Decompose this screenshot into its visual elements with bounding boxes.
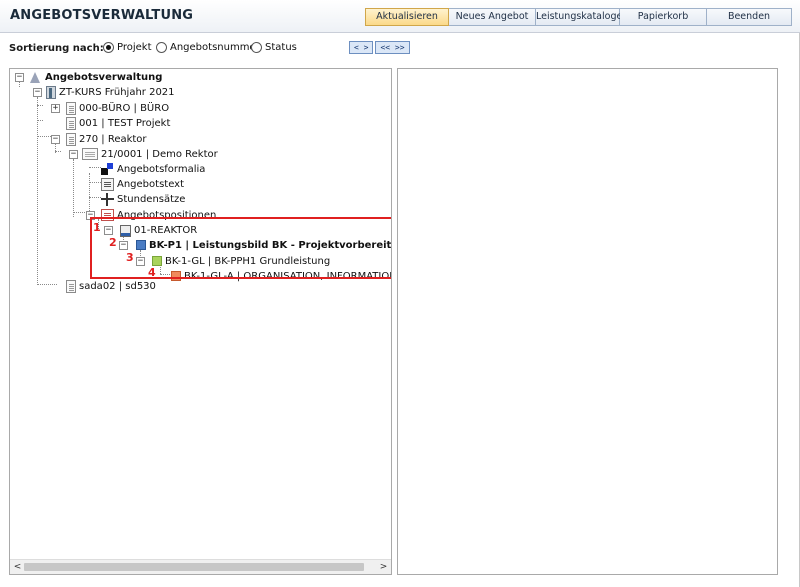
tree-node-label: Angebotstext xyxy=(117,178,185,190)
hours-icon xyxy=(101,192,114,206)
sort-label: Sortierung nach: xyxy=(9,43,104,54)
radio-unchecked-icon xyxy=(156,42,167,53)
document-icon xyxy=(66,132,76,146)
annotation-marker: 1 xyxy=(93,221,101,234)
scrollbar-thumb[interactable] xyxy=(24,563,364,571)
sort-offer-number-radio[interactable]: Angebotsnummer xyxy=(156,42,260,53)
tree-node-formalia[interactable]: Angebotsformalia xyxy=(101,161,205,177)
tree-node-label: 21/0001 | Demo Rektor xyxy=(101,148,218,160)
trash-button[interactable]: Papierkorb xyxy=(620,8,707,26)
collapse-expand-button[interactable]: < > xyxy=(349,41,374,54)
sort-option-label: Status xyxy=(265,42,297,53)
scroll-right-icon[interactable]: > xyxy=(377,561,390,573)
text-icon xyxy=(101,177,114,191)
sort-option-label: Angebotsnummer xyxy=(170,42,260,53)
horizontal-scrollbar[interactable]: < > xyxy=(10,559,391,574)
tree-panel: − Angebotsverwaltung − ZT-KURS Frühjahr … xyxy=(9,68,392,575)
new-offer-button[interactable]: Neues Angebot xyxy=(449,8,536,26)
refresh-button[interactable]: Aktualisieren xyxy=(365,8,449,26)
tree-node-label: 001 | TEST Projekt xyxy=(79,117,171,129)
tree-node-offer[interactable]: 21/0001 | Demo Rektor xyxy=(82,146,218,162)
radio-unchecked-icon xyxy=(251,42,262,53)
expand-toggle[interactable]: + xyxy=(51,104,60,113)
annotation-marker: 3 xyxy=(126,251,134,264)
offer-tree: − Angebotsverwaltung − ZT-KURS Frühjahr … xyxy=(10,69,391,559)
collapse-toggle[interactable]: − xyxy=(15,73,24,82)
collapse-expand-all-button[interactable]: << >> xyxy=(375,41,410,54)
tree-line xyxy=(89,182,101,183)
formalia-icon xyxy=(101,162,114,176)
sort-project-radio[interactable]: Projekt xyxy=(103,42,152,53)
app-title: ANGEBOTSVERWALTUNG xyxy=(10,8,194,23)
tree-line xyxy=(37,120,43,121)
tree-nav-buttons: < > << >> xyxy=(349,41,412,54)
annotation-marker: 2 xyxy=(109,236,117,249)
tree-node-course[interactable]: ZT-KURS Frühjahr 2021 xyxy=(46,84,175,100)
document-icon xyxy=(66,101,76,115)
book-icon xyxy=(46,85,56,99)
tree-line xyxy=(73,212,85,213)
tree-node-project[interactable]: 270 | Reaktor xyxy=(66,131,147,147)
tree-node-label: Angebotsformalia xyxy=(117,163,206,175)
tree-line xyxy=(37,105,43,106)
header-bar: ANGEBOTSVERWALTUNG Aktualisieren Neues A… xyxy=(0,0,800,33)
exit-button[interactable]: Beenden xyxy=(707,8,792,26)
tree-node-label: sada02 | sd530 xyxy=(79,280,156,292)
annotation-marker: 4 xyxy=(148,266,156,279)
tree-line xyxy=(89,173,90,213)
tree-line xyxy=(89,167,101,168)
tree-line xyxy=(89,197,101,198)
tree-node-label: Angebotsverwaltung xyxy=(45,71,163,83)
detail-panel xyxy=(397,68,778,575)
radio-checked-icon xyxy=(103,42,114,53)
tree-node-project[interactable]: 001 | TEST Projekt xyxy=(66,115,170,131)
collapse-toggle[interactable]: − xyxy=(33,88,42,97)
tree-line xyxy=(37,97,38,285)
sort-option-label: Projekt xyxy=(117,42,152,53)
tree-node-label: ZT-KURS Frühjahr 2021 xyxy=(59,86,175,98)
collapse-toggle[interactable]: − xyxy=(51,135,60,144)
sort-status-radio[interactable]: Status xyxy=(251,42,297,53)
tree-node-root[interactable]: Angebotsverwaltung xyxy=(28,69,162,85)
toolbar: Aktualisieren Neues Angebot Leistungskat… xyxy=(365,8,792,26)
tree-node-label: 000-BÜRO | BÜRO xyxy=(79,102,170,114)
tree-line xyxy=(73,159,74,217)
tree-node-hourly-rates[interactable]: Stundensätze xyxy=(101,191,185,207)
tree-line xyxy=(55,151,61,152)
tree-node-offer-text[interactable]: Angebotstext xyxy=(101,176,184,192)
collapse-toggle[interactable]: − xyxy=(69,150,78,159)
app-window: ANGEBOTSVERWALTUNG Aktualisieren Neues A… xyxy=(0,0,800,587)
tree-node-project[interactable]: sada02 | sd530 xyxy=(66,278,156,294)
annotation-highlight-box xyxy=(90,217,391,279)
tree-line xyxy=(37,284,57,285)
tree-node-project[interactable]: 000-BÜRO | BÜRO xyxy=(66,100,169,116)
tree-node-label: 270 | Reaktor xyxy=(79,133,147,145)
sort-bar: Sortierung nach: Projekt Angebotsnummer … xyxy=(0,34,800,64)
offer-icon xyxy=(82,148,98,160)
document-icon xyxy=(66,116,76,130)
service-catalogs-button[interactable]: Leistungskataloge xyxy=(536,8,622,26)
document-icon xyxy=(66,279,76,293)
tree-node-label: Stundensätze xyxy=(117,193,186,205)
scroll-left-icon[interactable]: < xyxy=(11,561,24,573)
root-icon xyxy=(28,71,42,84)
